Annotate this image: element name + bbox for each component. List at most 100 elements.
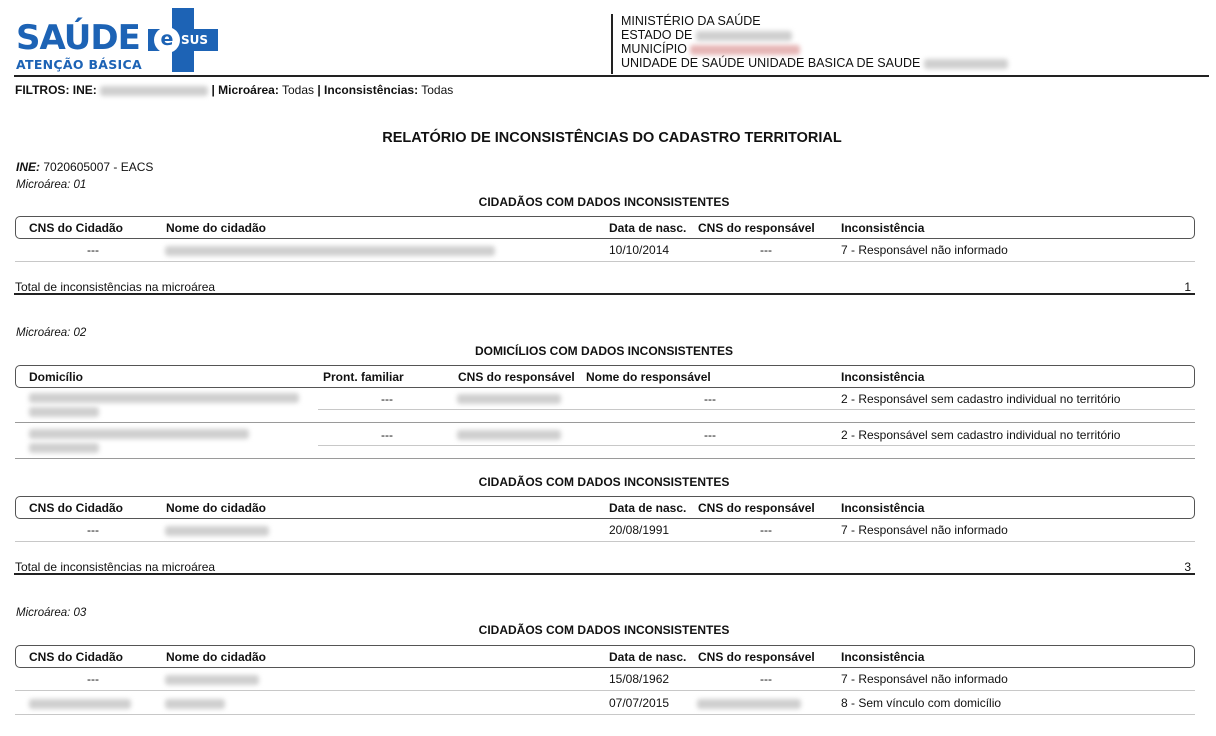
filter-microarea-label: | Microárea: (211, 83, 279, 97)
inconsistencia-cell: 7 - Responsável não informado (841, 523, 1008, 537)
logo-e-letter: e (154, 27, 180, 53)
data-nasc-cell: 10/10/2014 (609, 243, 670, 257)
redacted-cns-resp (457, 430, 561, 440)
row-divider (15, 422, 1195, 423)
column-header: CNS do responsável (698, 650, 815, 664)
ine-value: 7020605007 - EACS (43, 160, 154, 174)
column-header: CNS do responsável (698, 221, 815, 235)
cross-icon: e SUS (148, 8, 218, 72)
cns-cell: --- (87, 672, 99, 686)
column-header: Inconsistência (841, 221, 925, 235)
table-row: --- --- 2 - Responsável sem cadastro ind… (15, 427, 1195, 457)
cns-resp-cell: --- (760, 243, 772, 257)
redacted-ine (100, 85, 209, 96)
section-title: DOMICÍLIOS COM DADOS INCONSISTENTES (474, 344, 733, 358)
header-rule (14, 75, 1209, 77)
microarea-heading: Microárea: 01 (16, 179, 86, 191)
row-divider (15, 690, 1195, 691)
ministry-info: MINISTÉRIO DA SAÚDE ESTADO DE MUNICÍPIO … (621, 14, 1008, 70)
row-divider (15, 714, 1195, 715)
municipio-line: MUNICÍPIO (621, 42, 1008, 56)
column-header: Inconsistência (841, 650, 925, 664)
column-header: Pront. familiar (323, 370, 404, 384)
row-divider (318, 409, 1195, 410)
cns-cell: --- (87, 523, 99, 537)
row-divider (15, 541, 1195, 542)
column-header: CNS do responsável (698, 501, 815, 515)
column-header: Inconsistência (841, 370, 925, 384)
ministry-name: MINISTÉRIO DA SAÚDE (621, 14, 761, 28)
data-nasc-cell: 20/08/1991 (609, 523, 670, 537)
table-header: CNS do Cidadão Nome do cidadão Data de n… (15, 216, 1195, 239)
total-rule (14, 293, 1195, 295)
total-value: 1 (1184, 280, 1191, 294)
unidade-label: UNIDADE DE SAÚDE UNIDADE BASICA DE SAUDE (621, 56, 921, 70)
filter-inconsistencias-label: | Inconsistências: (317, 83, 419, 97)
column-header: CNS do Cidadão (29, 501, 124, 515)
row-divider (318, 445, 1195, 446)
redacted-cns-resp (697, 699, 801, 709)
filters-line: FILTROS: INE: | Microárea: Todas | Incon… (15, 83, 453, 97)
data-nasc-cell: 15/08/1962 (609, 672, 670, 686)
redacted-municipio (690, 44, 801, 55)
microarea-number: 03 (73, 607, 87, 619)
inconsistencia-cell: 2 - Responsável sem cadastro individual … (841, 428, 1121, 442)
column-header: Data de nasc. (609, 221, 687, 235)
filters-label: FILTROS: INE: (15, 83, 97, 97)
report-title: RELATÓRIO DE INCONSISTÊNCIAS DO CADASTRO… (382, 130, 842, 146)
section-title: CIDADÃOS COM DADOS INCONSISTENTES (478, 195, 730, 209)
logo-sus-text: SUS (181, 33, 209, 47)
microarea-label: Microárea: (16, 179, 71, 191)
column-header: Data de nasc. (609, 501, 687, 515)
redacted-domicilio (29, 407, 99, 417)
redacted-nome (165, 699, 225, 709)
inconsistencia-cell: 8 - Sem vínculo com domicílio (841, 696, 1002, 710)
redacted-domicilio (29, 443, 99, 453)
column-header: Inconsistência (841, 501, 925, 515)
microarea-number: 02 (73, 327, 87, 339)
municipio-label: MUNICÍPIO (621, 42, 687, 56)
total-label: Total de inconsistências na microárea (15, 560, 216, 574)
row-divider (15, 458, 1195, 459)
filter-microarea-value: Todas (281, 83, 315, 97)
column-header: CNS do responsável (458, 370, 575, 384)
data-nasc-cell: 07/07/2015 (609, 696, 670, 710)
inconsistencia-cell: 7 - Responsável não informado (841, 672, 1008, 686)
unidade-line: UNIDADE DE SAÚDE UNIDADE BASICA DE SAUDE (621, 56, 1008, 70)
column-header: CNS do Cidadão (29, 221, 124, 235)
filter-inconsistencias-value: Todas (421, 83, 454, 97)
microarea-heading: Microárea: 03 (16, 607, 86, 619)
microarea-label: Microárea: (16, 327, 71, 339)
logo-brand-text: SAÚDE (16, 18, 141, 58)
redacted-unidade (923, 58, 1008, 69)
total-rule (14, 573, 1195, 575)
nome-resp-cell: --- (704, 392, 716, 406)
inconsistencia-cell: 7 - Responsável não informado (841, 243, 1008, 257)
row-divider (15, 261, 1195, 262)
column-header: Domicílio (29, 370, 84, 384)
ine-label: INE: (16, 160, 40, 174)
redacted-cns (29, 699, 131, 709)
redacted-nome (165, 526, 269, 536)
column-header: Nome do cidadão (166, 650, 267, 664)
logo-subtitle: ATENÇÃO BÁSICA (16, 57, 142, 72)
table-header: Domicílio Pront. familiar CNS do respons… (15, 365, 1195, 388)
table-row: --- --- 2 - Responsável sem cadastro ind… (15, 391, 1195, 425)
redacted-nome (165, 675, 259, 685)
pront-cell: --- (381, 392, 393, 406)
table-header: CNS do Cidadão Nome do cidadão Data de n… (15, 645, 1195, 668)
column-header: Nome do cidadão (166, 221, 267, 235)
total-label: Total de inconsistências na microárea (15, 280, 216, 294)
microarea-number: 01 (73, 179, 87, 191)
redacted-domicilio (29, 429, 249, 439)
cns-cell: --- (87, 243, 99, 257)
estado-line: ESTADO DE (621, 28, 1008, 42)
table-header: CNS do Cidadão Nome do cidadão Data de n… (15, 496, 1195, 519)
total-value: 3 (1184, 560, 1191, 574)
column-header: Data de nasc. (609, 650, 687, 664)
section-title: CIDADÃOS COM DADOS INCONSISTENTES (478, 475, 730, 489)
redacted-estado (695, 30, 792, 41)
report-header: SAÚDE e SUS ATENÇÃO BÁSICA MINISTÉRIO DA… (0, 0, 1216, 78)
estado-label: ESTADO DE (621, 28, 693, 42)
inconsistencia-cell: 2 - Responsável sem cadastro individual … (841, 392, 1121, 406)
